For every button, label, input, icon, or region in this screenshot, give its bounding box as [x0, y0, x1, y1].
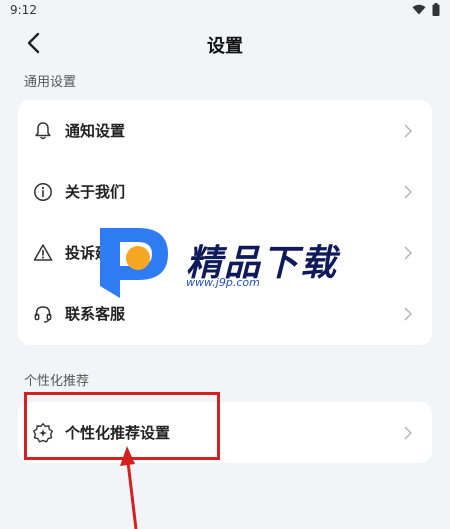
row-notification-settings[interactable]: 通知设置 — [18, 100, 432, 161]
status-bar: 9:12 — [0, 0, 450, 22]
chevron-right-icon — [404, 425, 414, 441]
watermark: 精品下载 www.j9p.com — [98, 222, 358, 302]
section-label-general: 通用设置 — [24, 75, 77, 90]
row-label: 关于我们 — [65, 183, 126, 201]
row-label: 通知设置 — [65, 122, 126, 140]
status-time: 9:12 — [10, 3, 37, 17]
chevron-right-icon — [404, 184, 414, 200]
status-icons — [412, 3, 440, 16]
watermark-url: www.j9p.com — [186, 276, 260, 289]
headset-icon — [32, 303, 54, 325]
chevron-right-icon — [404, 245, 414, 261]
row-about-us[interactable]: 关于我们 — [18, 161, 432, 222]
info-icon — [32, 181, 54, 203]
watermark-logo-icon — [100, 228, 168, 298]
row-label: 联系客服 — [65, 305, 126, 323]
annotation-highlight-box — [24, 392, 220, 460]
section-label-personalized: 个性化推荐 — [24, 374, 90, 389]
chevron-right-icon — [404, 123, 414, 139]
chevron-right-icon — [404, 306, 414, 322]
bell-icon — [32, 120, 54, 142]
warning-icon — [32, 242, 54, 264]
nav-bar: 设置 — [0, 22, 450, 64]
page-title: 设置 — [207, 36, 243, 57]
wifi-icon — [412, 4, 426, 15]
battery-icon — [432, 3, 440, 16]
